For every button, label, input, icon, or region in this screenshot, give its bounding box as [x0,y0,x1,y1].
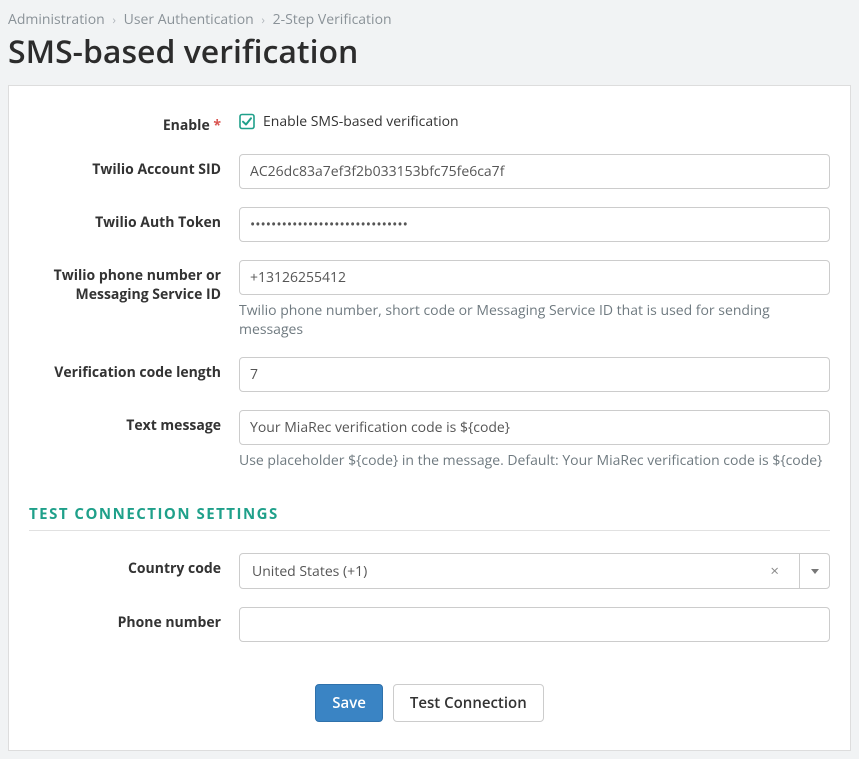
text-message-input[interactable] [239,410,830,445]
save-button[interactable]: Save [315,684,383,722]
twilio-auth-token-input[interactable] [239,207,830,242]
text-message-help-text: Use placeholder ${code} in the message. … [239,451,830,470]
twilio-phone-input[interactable] [239,260,830,295]
twilio-account-sid-input[interactable] [239,154,830,189]
code-length-input[interactable] [239,357,830,392]
chevron-down-icon [811,569,819,574]
twilio-auth-token-label: Twilio Auth Token [29,207,239,233]
chevron-right-icon: › [112,11,116,28]
twilio-phone-label: Twilio phone number or Messaging Service… [29,260,239,305]
country-code-select[interactable]: United States (+1) × [239,553,830,589]
breadcrumb: Administration › User Authentication › 2… [0,0,859,33]
page-title: SMS-based verification [8,33,851,71]
test-connection-button[interactable]: Test Connection [393,684,544,722]
country-code-select-body[interactable]: United States (+1) × [240,554,799,588]
required-asterisk: * [213,116,221,135]
breadcrumb-item-user-authentication[interactable]: User Authentication [124,10,254,29]
text-message-label: Text message [29,410,239,436]
code-length-label: Verification code length [29,357,239,383]
phone-number-input[interactable] [239,607,830,642]
settings-panel: Enable * Enable SMS-based verification T… [8,85,851,751]
clear-icon[interactable]: × [762,561,787,581]
test-connection-settings-header: TEST CONNECTION SETTINGS [29,504,830,524]
checkbox-checked-icon [239,114,255,130]
twilio-account-sid-label: Twilio Account SID [29,154,239,180]
breadcrumb-item-2-step-verification[interactable]: 2-Step Verification [273,10,392,29]
section-divider [29,530,830,531]
enable-checkbox[interactable]: Enable SMS-based verification [239,110,830,131]
breadcrumb-item-administration[interactable]: Administration [8,10,105,29]
enable-label: Enable * [29,110,239,136]
dropdown-toggle[interactable] [799,554,829,588]
twilio-phone-help-text: Twilio phone number, short code or Messa… [239,301,830,339]
phone-number-label: Phone number [29,607,239,633]
country-code-label: Country code [29,553,239,579]
actions-row: Save Test Connection [29,684,830,722]
enable-checkbox-label: Enable SMS-based verification [263,112,459,131]
country-code-selected-value: United States (+1) [252,562,762,581]
chevron-right-icon: › [261,11,265,28]
